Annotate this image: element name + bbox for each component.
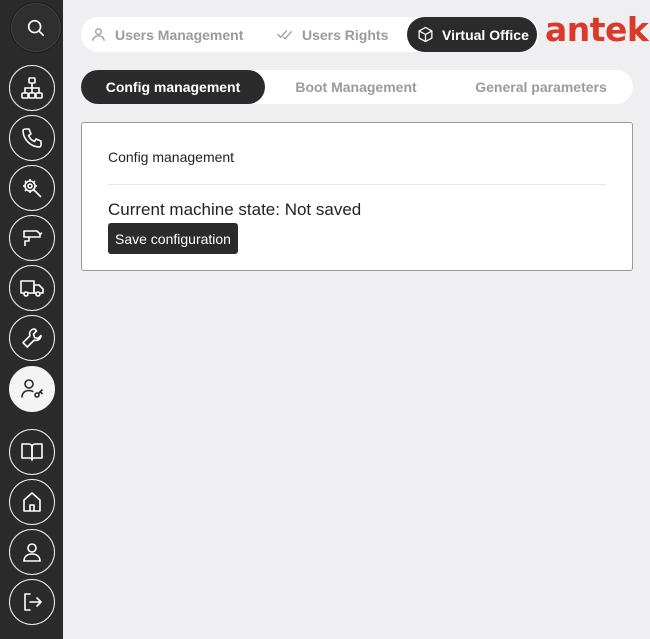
sidebar-item-home[interactable]	[9, 479, 55, 525]
double-check-icon	[277, 30, 293, 40]
sidebar-item-users[interactable]	[9, 366, 55, 412]
book-icon	[21, 443, 43, 461]
tab-boot-management[interactable]: Boot Management	[271, 70, 441, 104]
tab-users-rights-label: Users Rights	[302, 26, 389, 43]
tab-virtual-office[interactable]: Virtual Office	[407, 17, 537, 52]
profile-icon	[23, 543, 41, 562]
tab-users-management[interactable]: Users Management	[90, 17, 243, 52]
search-icon	[27, 19, 45, 36]
cube-icon	[418, 26, 433, 43]
network-icon	[21, 77, 43, 99]
tab-users-rights[interactable]: Users Rights	[276, 17, 388, 52]
sidebar-item-logout[interactable]	[9, 579, 55, 625]
top-tab-bar: Users Management Users Rights Virtual Of…	[81, 17, 539, 52]
home-icon	[23, 492, 41, 512]
wrench-icon	[22, 328, 42, 348]
sidebar	[0, 0, 63, 639]
sidebar-item-maintenance[interactable]	[9, 315, 55, 361]
antek-logo: antek	[545, 10, 649, 49]
sidebar-item-camera[interactable]	[9, 215, 55, 261]
user-key-icon	[21, 379, 43, 398]
tool-gear-icon	[23, 179, 42, 198]
logout-icon	[24, 593, 42, 611]
panel-title: Config management	[108, 149, 235, 165]
sidebar-item-phone[interactable]	[9, 115, 55, 161]
save-configuration-button[interactable]: Save configuration	[108, 223, 238, 254]
tab-general-parameters[interactable]: General parameters	[451, 70, 631, 104]
sidebar-item-documentation[interactable]	[9, 429, 55, 475]
truck-icon	[20, 280, 44, 297]
sidebar-item-tools[interactable]	[9, 165, 55, 211]
tab-users-management-label: Users Management	[115, 26, 244, 43]
search-button[interactable]	[10, 2, 62, 53]
divider	[108, 184, 606, 185]
sidebar-item-transport[interactable]	[9, 265, 55, 311]
tab-virtual-office-label: Virtual Office	[442, 26, 529, 43]
config-management-panel: Config management Current machine state:…	[81, 122, 633, 271]
sidebar-item-profile[interactable]	[9, 529, 55, 575]
sub-tab-bar: Config management Boot Management Genera…	[81, 70, 633, 104]
phone-icon	[22, 128, 42, 148]
sidebar-item-network[interactable]	[9, 65, 55, 111]
machine-state-text: Current machine state: Not saved	[108, 200, 362, 219]
user-icon	[92, 28, 105, 41]
tab-config-management[interactable]: Config management	[81, 70, 265, 104]
camera-icon	[23, 230, 43, 246]
